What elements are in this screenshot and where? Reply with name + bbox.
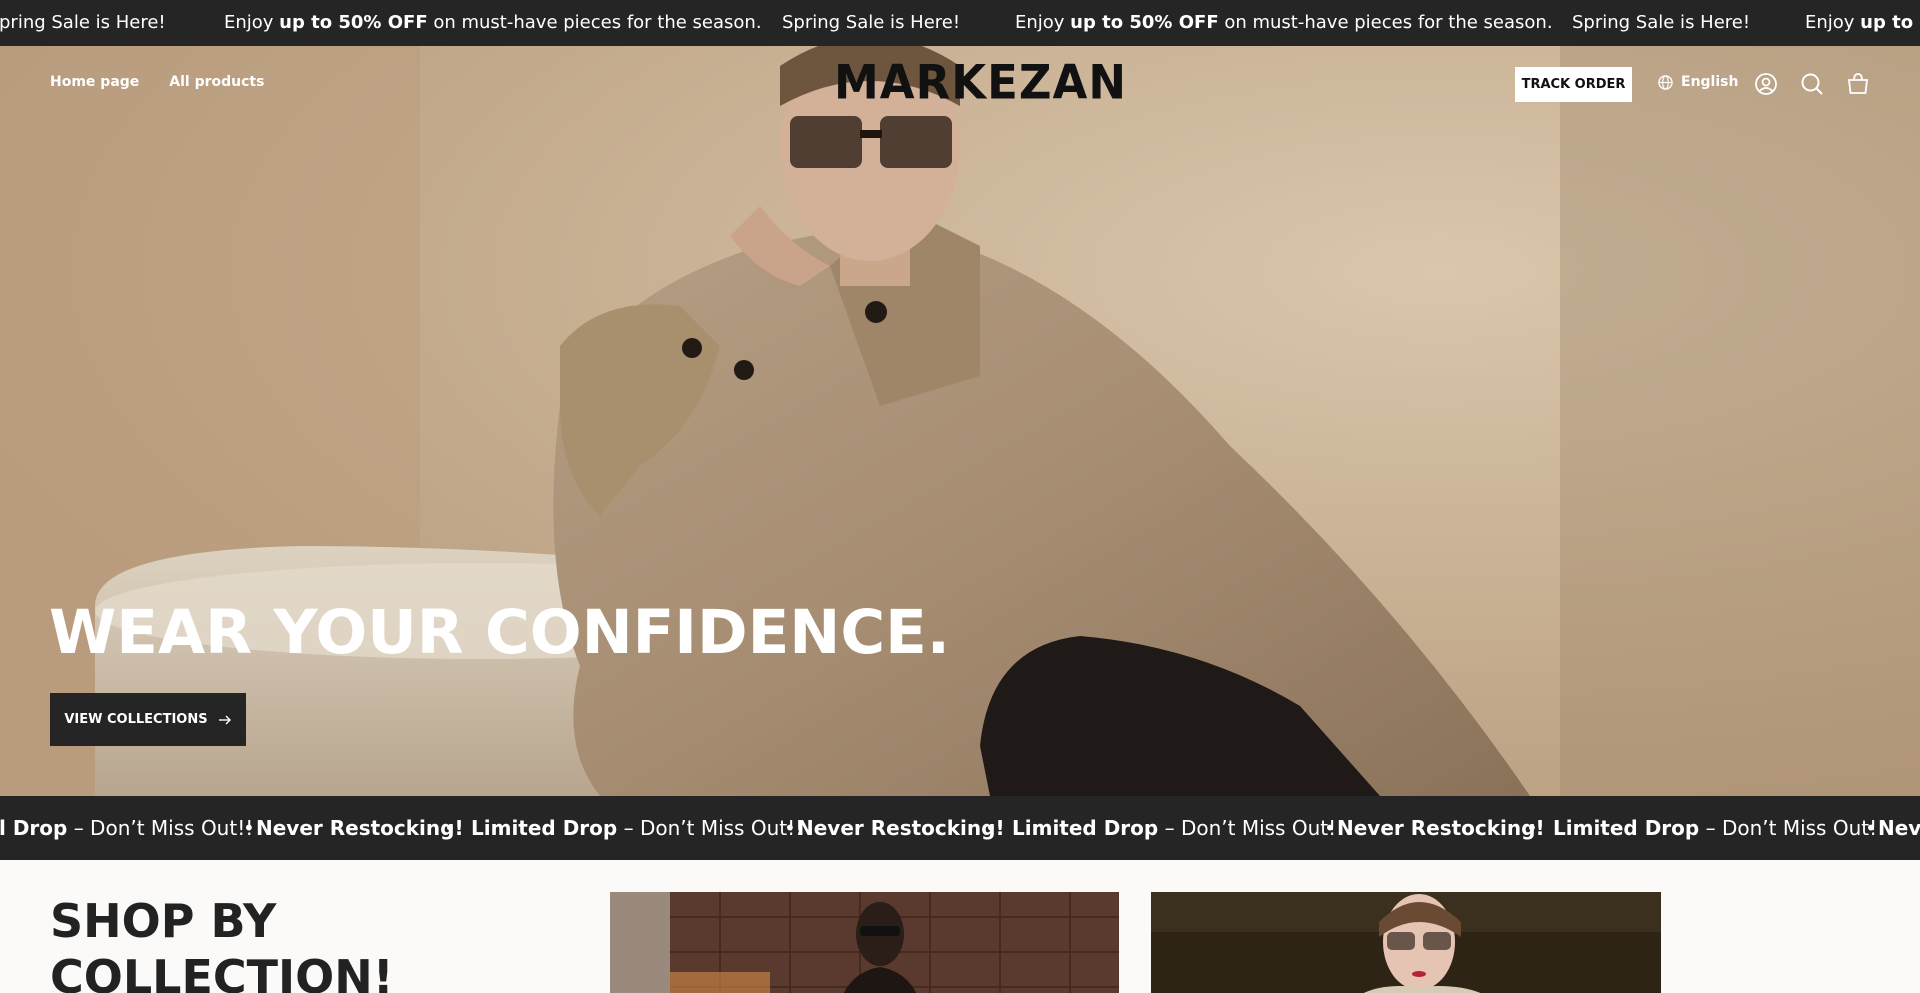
announcement-offer-text: Enjoy up to 50% OFF on must-have pieces … [224, 12, 762, 33]
collection-card-men[interactable] [610, 892, 1119, 993]
marquee-never-text: Neve [1878, 816, 1920, 840]
marquee-bullet: • [444, 816, 456, 840]
language-label: English [1681, 74, 1739, 90]
nav-home-link[interactable]: Home page [50, 74, 139, 90]
marquee-limited-text: Limited Drop – Don’t Miss Out!! [1012, 816, 1345, 840]
marquee-never-text: Never Restocking! [1337, 816, 1545, 840]
hero-image [0, 46, 1920, 796]
collection-card-women[interactable] [1151, 892, 1661, 993]
marquee-bullet: • [1526, 816, 1538, 840]
globe-icon [1658, 74, 1673, 90]
cart-icon[interactable] [1844, 70, 1872, 98]
shop-by-collection-title: SHOP BY COLLECTION! [50, 894, 394, 993]
search-icon[interactable] [1798, 70, 1826, 98]
view-collections-label: VIEW COLLECTIONS [64, 712, 208, 727]
collection-image [610, 892, 1119, 993]
announcement-sale-text: Spring Sale is Here! [782, 12, 961, 33]
hero-title: WEAR YOUR CONFIDENCE. [49, 597, 950, 668]
main-nav: Home page All products [50, 74, 264, 90]
marquee-bullet: • [243, 816, 255, 840]
brand-logo[interactable]: MARKEZAN [834, 58, 1126, 107]
promo-marquee: l Drop – Don’t Miss Out!! • Never Restoc… [0, 796, 1920, 860]
account-icon[interactable] [1752, 70, 1780, 98]
announcement-bar: pring Sale is Here! Enjoy up to 50% OFF … [0, 0, 1920, 46]
marquee-bullet: • [985, 816, 997, 840]
announcement-sale-text: pring Sale is Here! [0, 12, 166, 33]
marquee-bullet: • [1865, 816, 1877, 840]
marquee-never-text: Never Restocking! [797, 816, 1005, 840]
track-order-button[interactable]: TRACK ORDER [1515, 67, 1632, 102]
hero-banner [0, 46, 1920, 796]
storefront-page: pring Sale is Here! Enjoy up to 50% OFF … [0, 0, 1920, 993]
marquee-limited-text: Limited Drop – Don’t Miss Out!! [1553, 816, 1886, 840]
announcement-offer-text: Enjoy up to 5 [1805, 12, 1920, 33]
announcement-offer-text: Enjoy up to 50% OFF on must-have pieces … [1015, 12, 1553, 33]
announcement-sale-text: Spring Sale is Here! [1572, 12, 1751, 33]
collection-image [1151, 892, 1661, 993]
marquee-never-text: Never Restocking! [256, 816, 464, 840]
marquee-bullet: • [1324, 816, 1336, 840]
language-selector[interactable]: English [1658, 74, 1738, 90]
nav-all-products-link[interactable]: All products [169, 74, 264, 90]
marquee-limited-text: Limited Drop – Don’t Miss Out!! [471, 816, 804, 840]
arrow-right-icon [218, 715, 231, 724]
marquee-bullet: • [784, 816, 796, 840]
view-collections-button[interactable]: VIEW COLLECTIONS [50, 693, 246, 746]
marquee-limited-text: l Drop – Don’t Miss Out!! [0, 816, 254, 840]
